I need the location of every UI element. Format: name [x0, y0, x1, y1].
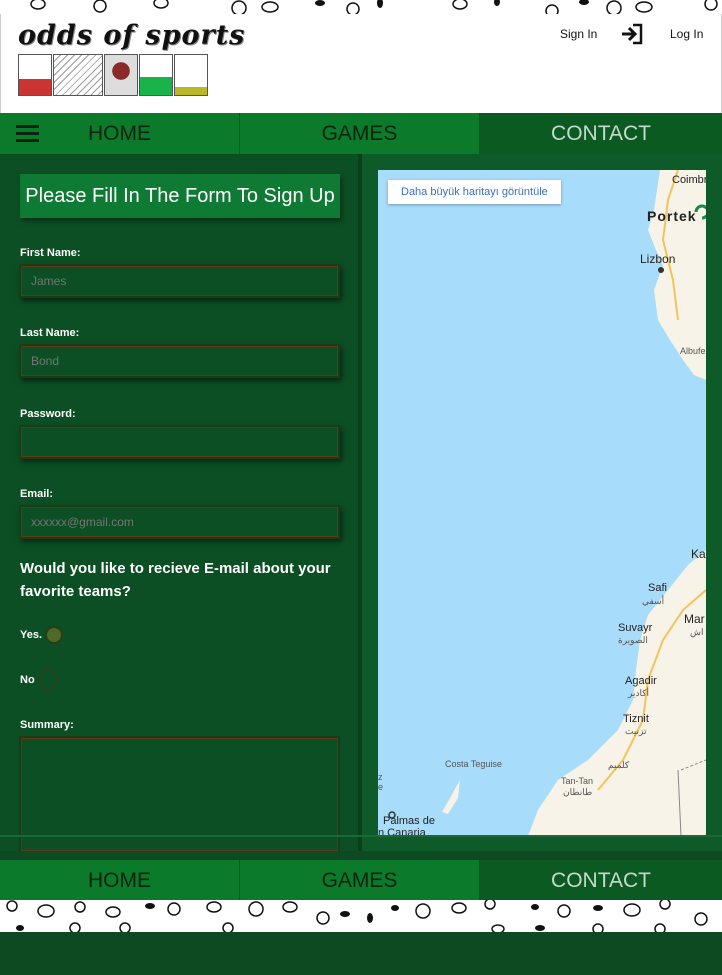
email-opt-in-question: Would you like to recieve E-mail about y…	[20, 560, 331, 600]
footer-nav-label-home: HOME	[88, 868, 151, 892]
footer-nav-label-games: GAMES	[321, 868, 398, 892]
sports-balls-pattern	[30, 0, 718, 15]
hamburger-menu-icon[interactable]	[16, 125, 39, 142]
horizontal-scrollbar[interactable]	[0, 835, 722, 837]
nav-item-games[interactable]: GAMES	[240, 113, 480, 154]
main-content: Please Fill In The Form To Sign Up First…	[0, 154, 722, 851]
log-in-link[interactable]: Log In	[670, 27, 703, 41]
logo-image-golfer	[139, 54, 173, 96]
nav-item-home[interactable]: HOME	[0, 113, 240, 154]
map-label-tan-tan-ar: طانطان	[563, 787, 593, 797]
site-logo-text[interactable]: odds of sports	[18, 20, 245, 51]
last-name-label: Last Name:	[20, 327, 80, 339]
footer-nav-label-contact: CONTACT	[551, 868, 651, 892]
site-header: odds of sports Sign In Log In	[0, 14, 722, 114]
map-label-portugal: Portek	[647, 208, 697, 224]
view-larger-map-button[interactable]: Daha büyük haritayı görüntüle	[388, 180, 561, 204]
first-name-input[interactable]	[19, 264, 340, 298]
sports-balls-pattern-bottom	[6, 900, 708, 932]
signup-form-panel: Please Fill In The Form To Sign Up First…	[0, 154, 362, 851]
map-label-agadir-ar: أكادير	[628, 688, 650, 698]
map-label-essaouira-ar: الصويرة	[618, 635, 648, 645]
nav-item-contact[interactable]: CONTACT	[480, 113, 722, 154]
map-label-tiznit: Tiznit	[623, 713, 649, 725]
footer-nav-item-contact[interactable]: CONTACT	[480, 860, 722, 901]
map-label-agadir: Agadir	[625, 675, 657, 687]
sports-pattern-strip-bottom	[0, 900, 722, 932]
map-label-edge-e: e	[378, 782, 384, 792]
first-name-label: First Name:	[20, 247, 81, 259]
email-label: Email:	[20, 488, 54, 500]
last-name-input[interactable]	[19, 344, 340, 378]
map-label-safi-ar: أسفي	[642, 596, 665, 606]
no-radio[interactable]	[38, 670, 57, 689]
map-label-tan-tan: Tan-Tan	[561, 776, 594, 786]
password-label: Password:	[20, 408, 76, 420]
logo-image-soccer	[174, 54, 208, 96]
logo-sports-images	[18, 54, 208, 96]
logo-image-runner	[18, 54, 52, 96]
email-input[interactable]	[19, 505, 340, 539]
map-label-lisbon: Lizbon	[640, 252, 676, 266]
map-label-safi: Safi	[648, 582, 667, 594]
nav-label-games: GAMES	[321, 121, 398, 145]
yes-radio-label: Yes.	[20, 629, 43, 641]
map-label-marrakech-ar: اش	[690, 627, 704, 637]
map-label-marrakech: Mar	[684, 612, 705, 626]
map-label-kasablanka: Ka	[691, 547, 706, 561]
footer-nav-item-home[interactable]: HOME	[0, 860, 240, 901]
main-navigation: HOME GAMES CONTACT	[0, 113, 722, 154]
no-radio-label: No	[20, 674, 35, 686]
yes-radio[interactable]	[45, 626, 63, 644]
login-arrow-icon[interactable]	[620, 23, 644, 45]
summary-label: Summary:	[20, 719, 74, 731]
nav-label-home: HOME	[88, 121, 151, 145]
form-heading: Please Fill In The Form To Sign Up	[20, 174, 340, 218]
map-label-tiznit-ar: تزنيت	[625, 726, 647, 736]
embedded-map[interactable]: Daha büyük haritayı görüntüle Coimbr Por…	[378, 170, 706, 836]
password-input[interactable]	[19, 425, 340, 459]
map-label-essaouira: Suvayr	[618, 622, 653, 634]
nav-label-contact: CONTACT	[551, 121, 651, 145]
map-label-albufeira: Albufe	[680, 346, 706, 356]
map-label-coimbra: Coimbr	[672, 174, 706, 186]
map-label-edge-z: z	[378, 772, 383, 782]
map-land-shapes	[388, 170, 706, 836]
summary-textarea[interactable]	[19, 736, 340, 851]
sign-in-link[interactable]: Sign In	[560, 27, 597, 41]
logo-image-rider	[104, 54, 138, 96]
footer-navigation: HOME GAMES CONTACT	[0, 860, 722, 901]
map-label-las-palmas: Palmas de	[383, 815, 435, 827]
sports-pattern-strip-top	[0, 0, 722, 15]
footer-nav-item-games[interactable]: GAMES	[240, 860, 480, 901]
logo-image-basketball	[53, 54, 103, 96]
map-label-guelmim-ar: كلميم	[608, 760, 630, 770]
map-label-costa-teguise: Costa Teguise	[445, 759, 502, 769]
